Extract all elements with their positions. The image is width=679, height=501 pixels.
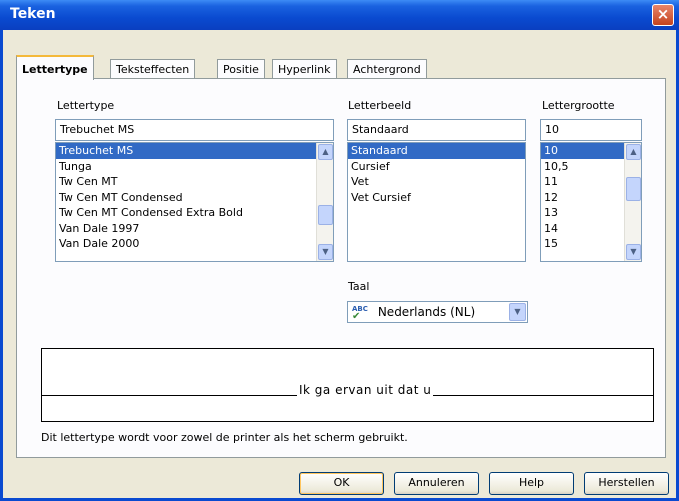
font-name-input[interactable]: Trebuchet MS (55, 119, 334, 141)
list-item[interactable]: Van Dale 1997 (56, 221, 333, 237)
list-item[interactable]: Trebuchet MS (56, 143, 333, 159)
scroll-thumb[interactable] (318, 205, 333, 225)
font-preview: Ik ga ervan uit dat u (41, 348, 654, 422)
list-item[interactable]: Tunga (56, 159, 333, 175)
help-button[interactable]: Help (489, 472, 574, 495)
scroll-thumb[interactable] (626, 177, 641, 201)
style-list[interactable]: Standaard Cursief Vet Vet Cursief (347, 142, 526, 262)
list-item[interactable]: Tw Cen MT Condensed Extra Bold (56, 205, 333, 221)
font-list-items: Trebuchet MS Tunga Tw Cen MT Tw Cen MT Cond… (56, 143, 333, 252)
spellcheck-icon: ABC ✔ (352, 305, 368, 322)
size-list-scrollbar[interactable]: ▲ ▼ (624, 143, 641, 261)
size-label: Lettergrootte (542, 99, 615, 112)
scroll-down-icon[interactable]: ▼ (318, 244, 333, 260)
language-label: Taal (348, 280, 370, 293)
info-text: Dit lettertype wordt voor zowel de print… (41, 431, 408, 444)
tab-hyperlink[interactable]: Hyperlink (272, 59, 337, 79)
style-list-items: Standaard Cursief Vet Vet Cursief (348, 143, 525, 205)
tab-positie[interactable]: Positie (217, 59, 265, 79)
close-icon: × (656, 5, 670, 23)
list-item[interactable]: Tw Cen MT Condensed (56, 190, 333, 206)
font-list[interactable]: Trebuchet MS Tunga Tw Cen MT Tw Cen MT Cond… (55, 142, 334, 262)
list-item[interactable]: Vet Cursief (348, 190, 525, 206)
chevron-down-icon[interactable]: ▼ (509, 303, 526, 321)
cancel-button[interactable]: Annuleren (394, 472, 479, 495)
language-select[interactable]: ABC ✔ Nederlands (NL) ▼ (347, 301, 528, 323)
scroll-up-icon[interactable]: ▲ (318, 144, 333, 160)
title-bar: Teken × (0, 0, 679, 30)
preview-text: Ik ga ervan uit dat u (297, 383, 434, 397)
scroll-down-icon[interactable]: ▼ (626, 244, 641, 260)
language-value: Nederlands (NL) (377, 305, 476, 319)
style-input[interactable]: Standaard (347, 119, 526, 141)
style-label: Letterbeeld (348, 99, 412, 112)
scroll-up-icon[interactable]: ▲ (626, 144, 641, 160)
list-item[interactable]: Van Dale 2000 (56, 236, 333, 252)
ok-button[interactable]: OK (299, 472, 384, 495)
tab-lettertype[interactable]: Lettertype (16, 55, 94, 80)
list-item[interactable]: Standaard (348, 143, 525, 159)
window-title: Teken (10, 6, 56, 22)
list-item[interactable]: Tw Cen MT (56, 174, 333, 190)
tab-achtergrond[interactable]: Achtergrond (347, 59, 427, 79)
reset-button[interactable]: Herstellen (584, 472, 669, 495)
font-label: Lettertype (57, 99, 115, 112)
list-item[interactable]: Vet (348, 174, 525, 190)
tab-teksteffecten[interactable]: Teksteffecten (110, 59, 196, 79)
list-item[interactable]: Cursief (348, 159, 525, 175)
close-button[interactable]: × (652, 4, 674, 26)
size-input[interactable]: 10 (540, 119, 642, 141)
size-list[interactable]: 10 10,5 11 12 13 14 15 ▲ ▼ (540, 142, 642, 262)
character-dialog: Teken × Lettertype Teksteffecten Positie… (0, 0, 679, 501)
font-list-scrollbar[interactable]: ▲ ▼ (316, 143, 333, 261)
